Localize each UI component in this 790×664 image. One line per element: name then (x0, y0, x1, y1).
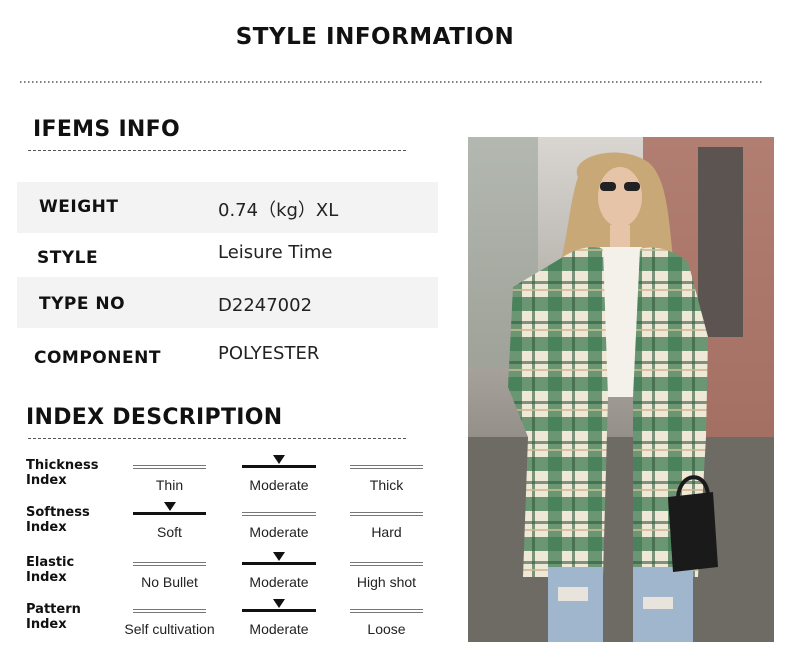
model-photo-icon (468, 137, 774, 642)
index-label-line2: Index (26, 570, 67, 585)
index-option-label: High shot (356, 574, 417, 590)
style-value: Leisure Time (218, 242, 333, 263)
index-label-line1: Pattern (26, 602, 81, 617)
index-label-line2: Index (26, 473, 67, 488)
index-bar (350, 512, 423, 516)
index-bar (350, 562, 423, 566)
index-bar (133, 465, 206, 469)
style-label: STYLE (37, 248, 99, 268)
index-option-label: Moderate (249, 621, 309, 637)
index-option-label: Thin (155, 477, 184, 493)
index-label: Thickness Index (26, 458, 126, 488)
index-label: Softness Index (26, 505, 126, 535)
index-label-line2: Index (26, 617, 67, 632)
index-bar-selected (242, 465, 316, 468)
index-bar-selected (133, 512, 206, 515)
index-option-label: Moderate (249, 524, 309, 540)
selected-marker-icon (163, 502, 176, 511)
dotted-divider (20, 81, 762, 83)
index-description-heading: INDEX DESCRIPTION (26, 405, 283, 430)
index-bar (350, 609, 423, 613)
index-option-label: Self cultivation (124, 621, 215, 637)
items-info-heading: IFEMS INFO (33, 117, 180, 142)
weight-label: WEIGHT (39, 197, 119, 217)
index-option-label: Hard (371, 524, 402, 540)
index-label: Elastic Index (26, 555, 126, 585)
weight-value: 0.74（kg）XL (218, 200, 339, 221)
page-title: STYLE INFORMATION (235, 24, 515, 50)
index-label-line1: Thickness (26, 458, 99, 473)
index-description-divider (28, 438, 406, 439)
index-bar (242, 512, 316, 516)
index-option-label: No Bullet (141, 574, 198, 590)
type-no-label: TYPE NO (39, 294, 126, 314)
index-label-line2: Index (26, 520, 67, 535)
index-bar (133, 562, 206, 566)
index-option-label: Moderate (249, 574, 309, 590)
index-option-label: Moderate (249, 477, 309, 493)
selected-marker-icon (273, 552, 285, 561)
index-label-line1: Softness (26, 505, 90, 520)
index-bar-selected (242, 562, 316, 565)
index-option-label: Soft (157, 524, 182, 540)
index-bar (350, 465, 423, 469)
index-bar (133, 609, 206, 613)
index-label-line1: Elastic (26, 555, 75, 570)
index-option-label: Thick (369, 477, 404, 493)
model-photo (468, 137, 774, 642)
component-value: POLYESTER (218, 343, 320, 364)
selected-marker-icon (273, 599, 285, 608)
component-label: COMPONENT (34, 348, 161, 368)
index-label: Pattern Index (26, 602, 126, 632)
type-no-value: D2247002 (218, 295, 313, 316)
index-bar-selected (242, 609, 316, 612)
index-option-label: Loose (367, 621, 406, 637)
items-info-divider (28, 150, 406, 151)
selected-marker-icon (273, 455, 285, 464)
